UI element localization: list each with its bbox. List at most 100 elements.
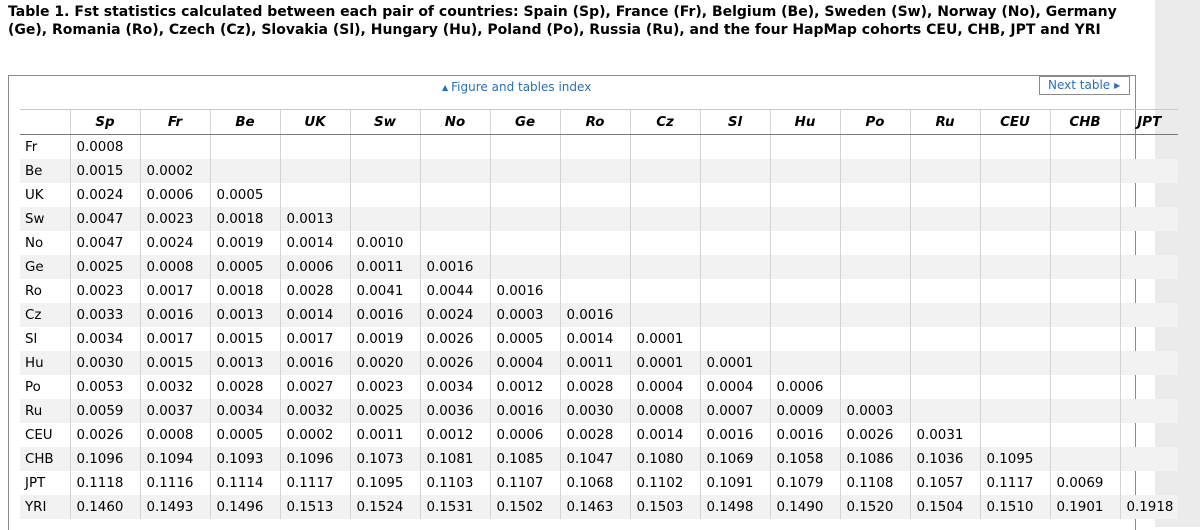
table-cell bbox=[839, 303, 910, 327]
table-cell bbox=[979, 231, 1050, 255]
table-cell bbox=[1049, 279, 1120, 303]
table-cell: 0.0016 bbox=[489, 399, 560, 423]
table-cell: 0.1095 bbox=[349, 471, 420, 495]
table-cell: 0.1096 bbox=[279, 447, 350, 471]
table-cell: 0.0006 bbox=[769, 375, 840, 399]
next-table-button[interactable]: Next table ▶ bbox=[1039, 76, 1130, 95]
next-table-label: Next table bbox=[1048, 78, 1111, 92]
table-cell: 0.0028 bbox=[279, 279, 350, 303]
table-cell: 0.0034 bbox=[419, 375, 490, 399]
table-cell bbox=[1119, 471, 1178, 495]
table-cell bbox=[1049, 423, 1120, 447]
table-cell bbox=[1119, 134, 1178, 159]
table-cell bbox=[699, 183, 770, 207]
table-cell: 0.0037 bbox=[139, 399, 210, 423]
table-cell: 0.0011 bbox=[349, 255, 420, 279]
table-cell: 0.0012 bbox=[489, 375, 560, 399]
table-cell: 0.1086 bbox=[839, 447, 910, 471]
table-row: CHB 0.1096 0.1094 0.1093 0.1096 0.1073 0.1081 0… bbox=[20, 447, 1178, 471]
table-cell bbox=[349, 134, 420, 159]
table-cell: 0.0024 bbox=[419, 303, 490, 327]
table-cell bbox=[699, 159, 770, 183]
table-cell: 0.0017 bbox=[279, 327, 350, 351]
table-cell: 0.1114 bbox=[209, 471, 280, 495]
table-cell: 0.0008 bbox=[139, 255, 210, 279]
table-cell: 0.0026 bbox=[419, 327, 490, 351]
table-row: Sw 0.0047 0.0023 0.0018 0.0013 bbox=[20, 207, 1178, 231]
table-cell bbox=[489, 134, 560, 159]
table-cell bbox=[909, 303, 980, 327]
corner-header-cell bbox=[20, 109, 70, 135]
table-cell: 0.1493 bbox=[139, 495, 210, 519]
table-cell bbox=[909, 351, 980, 375]
table-cell bbox=[769, 134, 840, 159]
table-row: CEU 0.0026 0.0008 0.0005 0.0002 0.0011 0.0012 0… bbox=[20, 423, 1178, 447]
table-cell: 0.0026 bbox=[839, 423, 910, 447]
table-cell: 0.0024 bbox=[139, 231, 210, 255]
column-header: Hu bbox=[769, 109, 840, 135]
table-cell: 0.0019 bbox=[209, 231, 280, 255]
table-cell: 0.0003 bbox=[489, 303, 560, 327]
table-cell: 0.0016 bbox=[559, 303, 630, 327]
table-cell: 0.0047 bbox=[69, 207, 140, 231]
table-cell: 0.0018 bbox=[209, 207, 280, 231]
table-cell bbox=[839, 279, 910, 303]
table-cell bbox=[909, 327, 980, 351]
table-row: Ro 0.0023 0.0017 0.0018 0.0028 0.0041 0.0044 0.… bbox=[20, 279, 1178, 303]
table-cell: 0.0023 bbox=[139, 207, 210, 231]
table-cell bbox=[1049, 207, 1120, 231]
table-cell: 0.1510 bbox=[979, 495, 1050, 519]
column-header: CHB bbox=[1049, 109, 1120, 135]
table-cell: 0.0003 bbox=[839, 399, 910, 423]
table-cell: 0.0015 bbox=[69, 159, 140, 183]
row-header: Ge bbox=[20, 255, 70, 279]
table-cell: 0.1103 bbox=[419, 471, 490, 495]
table-cell: 0.0004 bbox=[699, 375, 770, 399]
table-cell: 0.1108 bbox=[839, 471, 910, 495]
table-cell bbox=[909, 399, 980, 423]
figure-index-link[interactable]: ▲ Figure and tables index bbox=[442, 80, 591, 94]
table-cell bbox=[489, 231, 560, 255]
table-cell bbox=[419, 159, 490, 183]
table-cell: 0.0047 bbox=[69, 231, 140, 255]
table-cell bbox=[979, 279, 1050, 303]
table-cell bbox=[559, 279, 630, 303]
table-cell: 0.1093 bbox=[209, 447, 280, 471]
table-cell bbox=[209, 134, 280, 159]
table-cell bbox=[979, 159, 1050, 183]
table-cell bbox=[979, 255, 1050, 279]
table-cell: 0.1058 bbox=[769, 447, 840, 471]
table-cell bbox=[909, 279, 980, 303]
table-cell bbox=[279, 134, 350, 159]
table-cell: 0.1531 bbox=[419, 495, 490, 519]
table-cell: 0.0005 bbox=[209, 183, 280, 207]
row-header: No bbox=[25, 235, 44, 251]
table-cell: 0.0015 bbox=[139, 351, 210, 375]
table-cell bbox=[629, 159, 700, 183]
row-header: Hu bbox=[20, 351, 70, 375]
table-cell: 0.1490 bbox=[769, 495, 840, 519]
table-cell bbox=[909, 134, 980, 159]
table-row: Ru 0.0059 0.0037 0.0034 0.0032 0.0025 0.0036 0.… bbox=[20, 399, 1178, 423]
table-body: Fr 0.0008 Be 0.0015 0.0002 UK 0.0024 0.0006 0.00… bbox=[20, 134, 1178, 519]
table-cell bbox=[1119, 351, 1178, 375]
table-cell: 0.0005 bbox=[209, 423, 280, 447]
row-header: Ro bbox=[25, 283, 42, 299]
table-cell: 0.1118 bbox=[69, 471, 140, 495]
table-cell bbox=[209, 159, 280, 183]
table-cell: 0.0033 bbox=[69, 303, 140, 327]
fst-table: Sp Fr Be UK Sw No Ge Ro Cz Sl Hu Po Ru CEU CHB JPT Fr 0.… bbox=[20, 109, 1178, 519]
table-cell bbox=[1119, 447, 1178, 471]
table-cell: 0.0019 bbox=[349, 327, 420, 351]
table-cell bbox=[629, 303, 700, 327]
column-header: Sl bbox=[699, 109, 770, 135]
table-cell bbox=[839, 375, 910, 399]
table-cell bbox=[1049, 231, 1120, 255]
table-cell: 0.1107 bbox=[489, 471, 560, 495]
table-cell: 0.0026 bbox=[69, 423, 140, 447]
table-cell: 0.0027 bbox=[279, 375, 350, 399]
table-cell: 0.0002 bbox=[139, 159, 210, 183]
table-cell: 0.0013 bbox=[209, 351, 280, 375]
table-cell bbox=[559, 207, 630, 231]
table-cell bbox=[1119, 255, 1178, 279]
